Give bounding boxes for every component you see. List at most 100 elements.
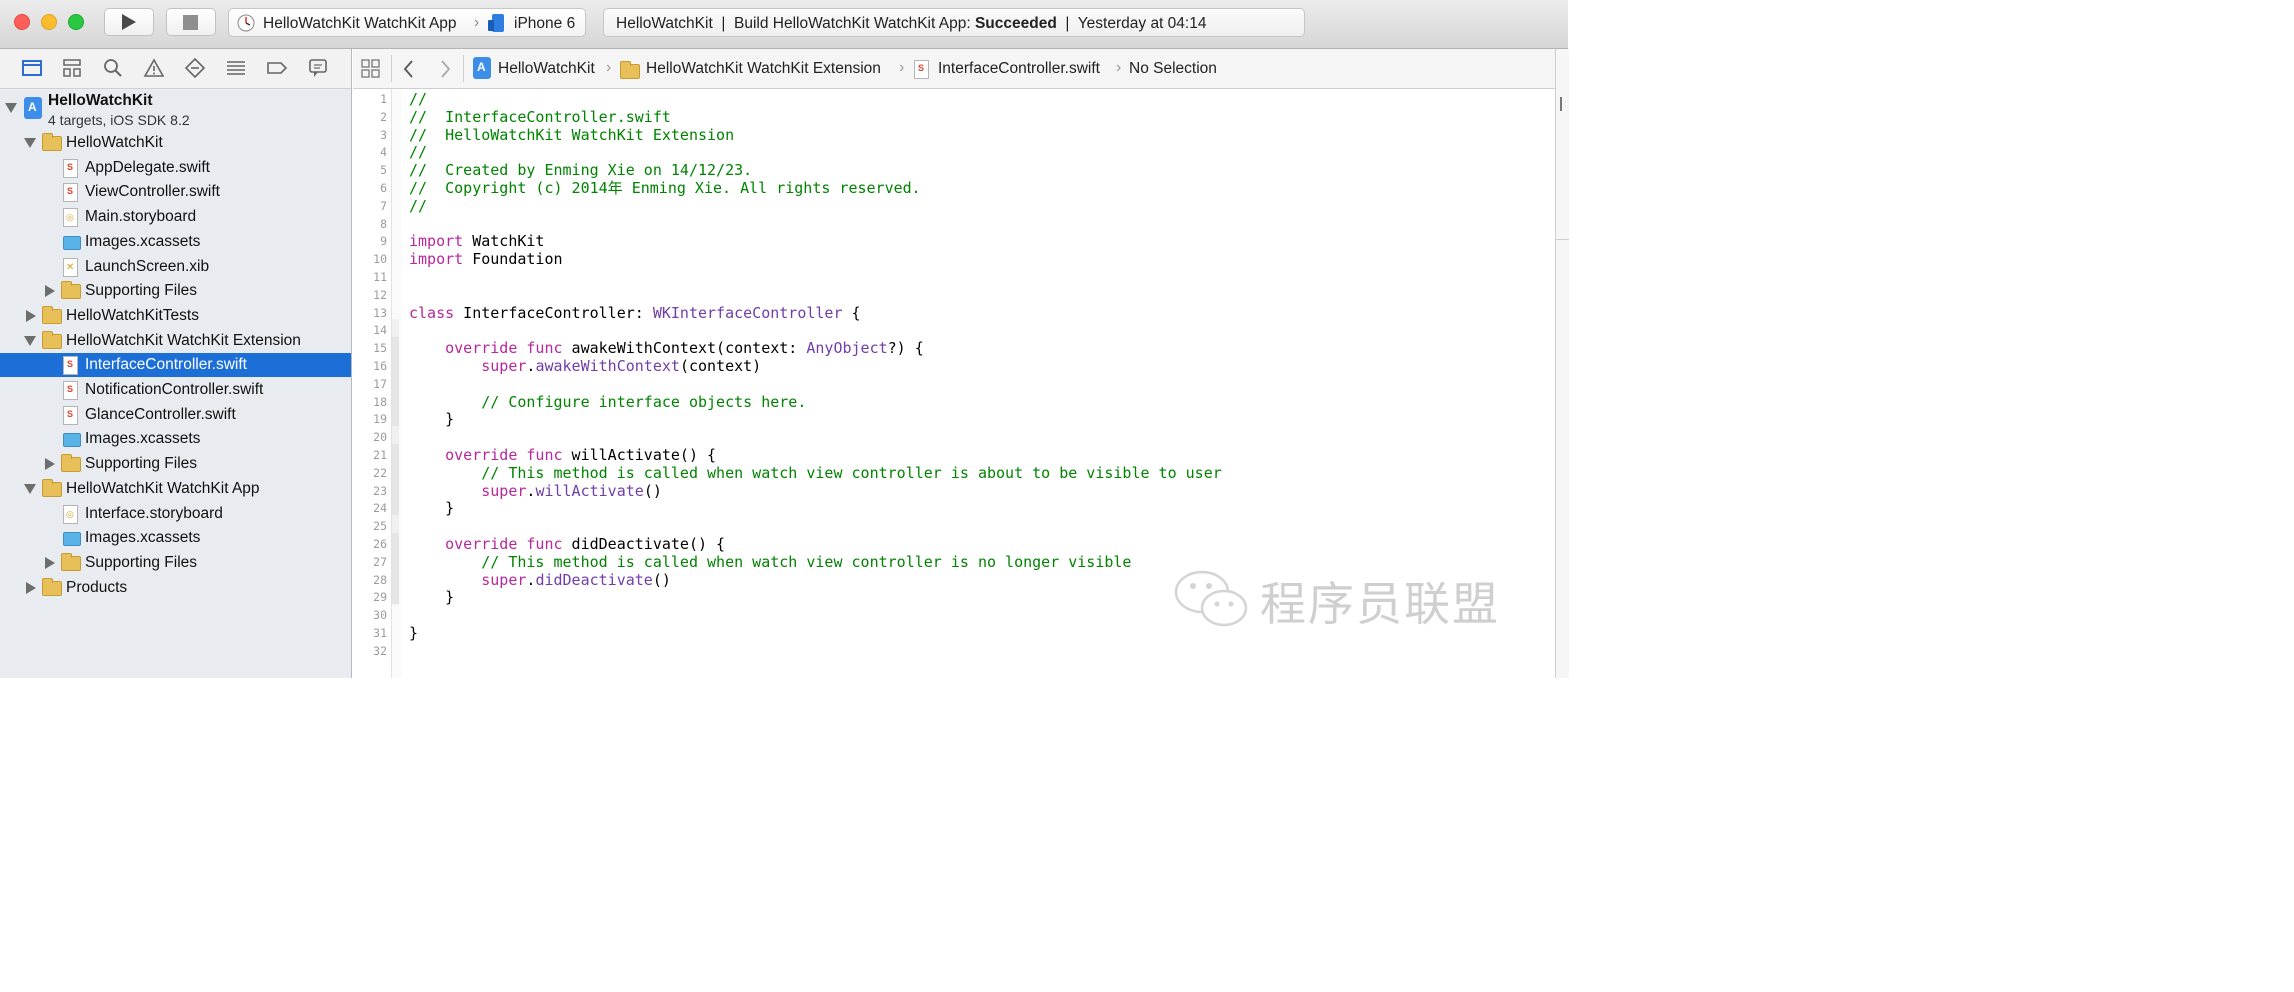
jump-bar-group[interactable]: HelloWatchKit WatchKit Extension: [646, 60, 881, 78]
code-line[interactable]: class InterfaceController: WKInterfaceCo…: [409, 304, 861, 322]
code-line[interactable]: // This method is called when watch view…: [409, 553, 1131, 571]
line-number: 10: [373, 252, 387, 267]
code-line[interactable]: //: [409, 197, 427, 215]
forward-arrow-icon[interactable]: [437, 59, 453, 79]
build-status-result: Succeeded: [974, 15, 1057, 32]
file-row[interactable]: GlanceController.swift: [0, 403, 351, 427]
code-line[interactable]: //: [409, 90, 427, 108]
code-text: willActivate() {: [562, 446, 717, 464]
code-text: {: [842, 303, 861, 322]
disclosure-closed-icon[interactable]: [45, 285, 55, 298]
code-line[interactable]: super.awakeWithContext(context): [409, 357, 761, 375]
code-line[interactable]: // This method is called when watch view…: [409, 464, 1222, 482]
disclosure-open-icon[interactable]: [24, 483, 36, 494]
code-line[interactable]: import WatchKit: [409, 232, 544, 250]
code-comment: // HelloWatchKit WatchKit Extension: [409, 125, 735, 144]
group-row[interactable]: Supporting Files: [0, 452, 351, 476]
code-line[interactable]: import Foundation: [409, 250, 563, 268]
search-icon[interactable]: [102, 57, 124, 79]
code-comment: // This method is called when watch view…: [481, 552, 1132, 571]
report-comment-icon[interactable]: [307, 57, 329, 79]
disclosure-closed-icon[interactable]: [26, 581, 36, 594]
code-line[interactable]: }: [409, 624, 418, 642]
code-comment: // Copyright (c) 2014年 Enming Xie. All r…: [409, 179, 921, 197]
file-row[interactable]: Main.storyboard: [0, 205, 351, 229]
file-row[interactable]: ViewController.swift: [0, 180, 351, 204]
breakpoint-icon[interactable]: [266, 57, 288, 79]
wechat-logo-icon: [1174, 570, 1248, 627]
group-row[interactable]: HelloWatchKit WatchKit Extension: [0, 329, 351, 353]
jump-bar-symbol[interactable]: No Selection: [1129, 60, 1217, 78]
line-number: 17: [373, 376, 387, 391]
play-icon: [122, 14, 136, 30]
line-number: 30: [373, 608, 387, 623]
disclosure-closed-icon[interactable]: [45, 556, 55, 569]
project-root-row[interactable]: HelloWatchKit 4 targets, iOS SDK 8.2: [0, 91, 351, 131]
group-row[interactable]: Products: [0, 576, 351, 600]
group-row[interactable]: HelloWatchKitTests: [0, 304, 351, 328]
code-line[interactable]: }: [409, 410, 454, 428]
tree-row-label: AppDelegate.swift: [85, 158, 210, 176]
group-row[interactable]: Supporting Files: [0, 551, 351, 575]
zoom-window-button[interactable]: [68, 14, 84, 30]
minimize-window-button[interactable]: [41, 14, 57, 30]
tree-row-label: Supporting Files: [85, 455, 198, 473]
disclosure-open-icon[interactable]: [5, 103, 17, 113]
issue-warning-icon[interactable]: [143, 57, 165, 79]
code-line[interactable]: //: [409, 143, 427, 161]
jump-bar-file[interactable]: InterfaceController.swift: [938, 60, 1100, 78]
line-number: 22: [373, 465, 387, 480]
symbol-navigator-icon[interactable]: [61, 57, 83, 79]
code-line[interactable]: override func didDeactivate() {: [409, 535, 725, 553]
debug-navigator-icon[interactable]: [225, 57, 247, 79]
group-row[interactable]: HelloWatchKit: [0, 131, 351, 155]
code-line[interactable]: // Created by Enming Xie on 14/12/23.: [409, 161, 752, 179]
code-line[interactable]: override func willActivate() {: [409, 446, 716, 464]
code-line[interactable]: override func awakeWithContext(context: …: [409, 339, 924, 357]
code-text: (): [652, 570, 671, 589]
code-keyword: import: [409, 232, 464, 251]
file-row[interactable]: Images.xcassets: [0, 230, 351, 254]
file-row[interactable]: Interface.storyboard: [0, 502, 351, 526]
disclosure-closed-icon[interactable]: [45, 458, 55, 471]
code-line[interactable]: super.willActivate(): [409, 482, 662, 500]
code-comment: // This method is called when watch view…: [481, 463, 1222, 482]
related-items-grid-icon[interactable]: [361, 59, 381, 79]
file-row[interactable]: Images.xcassets: [0, 526, 351, 550]
line-number: 19: [373, 412, 387, 427]
code-line[interactable]: }: [409, 499, 454, 517]
group-row[interactable]: Supporting Files: [0, 279, 351, 303]
disclosure-open-icon[interactable]: [24, 335, 36, 346]
run-button[interactable]: [104, 8, 154, 36]
file-row[interactable]: LaunchScreen.xib: [0, 255, 351, 279]
code-line[interactable]: // Configure interface objects here.: [409, 393, 806, 411]
tree-row-label: Images.xcassets: [85, 430, 201, 448]
fold-region-method[interactable]: [392, 533, 399, 604]
tree-row-label: HelloWatchKit WatchKit Extension: [66, 331, 301, 349]
tree-row-label: GlanceController.swift: [85, 405, 236, 423]
fold-region-method[interactable]: [392, 337, 399, 426]
close-window-button[interactable]: [14, 14, 30, 30]
code-line[interactable]: // InterfaceController.swift: [409, 108, 671, 126]
folder-navigator-icon[interactable]: [21, 57, 43, 79]
test-diamond-icon[interactable]: [184, 57, 206, 79]
file-row[interactable]: InterfaceController.swift: [0, 353, 351, 378]
file-row[interactable]: NotificationController.swift: [0, 378, 351, 402]
back-arrow-icon[interactable]: [401, 59, 417, 79]
scheme-selector[interactable]: HelloWatchKit WatchKit App › iPhone 6: [228, 8, 586, 37]
disclosure-open-icon[interactable]: [24, 138, 36, 148]
file-row[interactable]: AppDelegate.swift: [0, 156, 351, 180]
code-line[interactable]: // Copyright (c) 2014年 Enming Xie. All r…: [409, 179, 921, 197]
code-folding-ribbon[interactable]: [392, 89, 401, 678]
code-line[interactable]: }: [409, 588, 454, 606]
jump-bar-project[interactable]: HelloWatchKit: [498, 60, 595, 78]
fold-region-method[interactable]: [392, 444, 399, 515]
file-row[interactable]: Images.xcassets: [0, 427, 351, 451]
group-row[interactable]: HelloWatchKit WatchKit App: [0, 477, 351, 501]
code-line[interactable]: super.didDeactivate(): [409, 571, 671, 589]
disclosure-closed-icon[interactable]: [26, 309, 36, 322]
tree-row-label: HelloWatchKitTests: [66, 306, 199, 324]
stop-button[interactable]: [166, 8, 216, 36]
code-line[interactable]: // HelloWatchKit WatchKit Extension: [409, 126, 734, 144]
